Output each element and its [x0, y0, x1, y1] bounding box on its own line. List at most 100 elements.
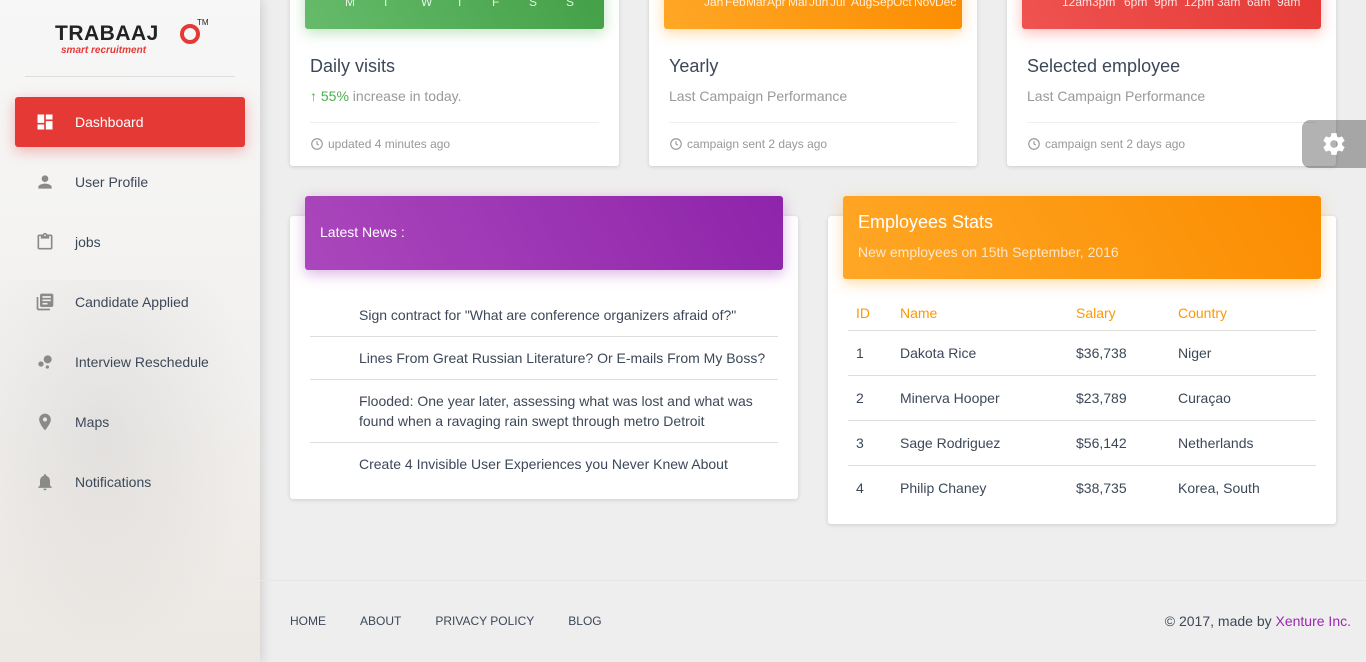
card-divider — [669, 122, 957, 123]
increase-value: 55% — [320, 88, 349, 104]
card-divider — [310, 122, 599, 123]
chart-tick-label: 3pm — [1092, 0, 1116, 9]
footer-link-home[interactable]: HOME — [290, 614, 326, 628]
table-header-row: ID Name Salary Country — [848, 296, 1316, 331]
cell-name: Minerva Hooper — [892, 375, 1068, 421]
sidebar-item-interview-reschedule[interactable]: Interview Reschedule — [15, 337, 245, 387]
card-category: Last Campaign Performance — [669, 88, 848, 104]
cell-salary: $23,789 — [1068, 375, 1170, 421]
card-title: Daily visits — [310, 56, 396, 76]
sidebar-divider — [25, 76, 235, 77]
card-category: Last Campaign Performance — [1027, 88, 1206, 104]
chart-tick-label: M — [345, 0, 355, 9]
employees-table: ID Name Salary Country 1 Dakota Rice $36… — [848, 296, 1316, 510]
sidebar-item-jobs[interactable]: jobs — [15, 217, 245, 267]
chart-x-labels: 12am 3pm 6pm 9pm 12pm 3am 6am 9am — [1022, 0, 1321, 9]
cell-id: 2 — [848, 375, 892, 421]
copyright-text: © 2017, made by — [1164, 613, 1276, 629]
chart-tick-label: Oct — [893, 0, 912, 9]
settings-toggle-button[interactable] — [1302, 120, 1366, 168]
cell-name: Philip Chaney — [900, 479, 987, 496]
column-header-name: Name — [892, 296, 1068, 331]
bell-icon — [35, 472, 55, 492]
table-row: 3 Sage Rodriguez $56,142 Netherlands — [848, 420, 1316, 466]
sidebar-item-notifications[interactable]: Notifications — [15, 457, 245, 507]
column-header-salary: Salary — [1068, 296, 1170, 331]
card-category: ↑ 55% increase in today. — [310, 88, 462, 104]
sidebar-item-maps[interactable]: Maps — [15, 397, 245, 447]
cell-salary: $36,738 — [1068, 330, 1170, 376]
chart-tick-label: S — [529, 0, 538, 9]
chart-tick-label: 9pm — [1154, 0, 1178, 9]
news-item[interactable]: Sign contract for "What are conference o… — [310, 294, 778, 337]
sidebar-item-label: jobs — [75, 234, 101, 250]
card-footer: campaign sent 2 days ago — [669, 137, 827, 151]
chart-tick-label: 3am — [1217, 0, 1241, 9]
latest-news-card: Latest News : Sign contract for "What ar… — [290, 196, 798, 499]
card-footer: campaign sent 2 days ago — [1027, 137, 1185, 151]
increase-text: increase in today. — [348, 88, 462, 104]
chart-tick-label: Nov — [914, 0, 936, 9]
cell-id: 1 — [848, 330, 892, 376]
card-title: Yearly — [669, 56, 719, 76]
daily-visits-card: M T W T F S S Daily visits ↑ 55% increas… — [290, 0, 619, 166]
selected-employee-card: 12am 3pm 6pm 9pm 12pm 3am 6am 9am Selected empl… — [1007, 0, 1336, 166]
news-header: Latest News : — [305, 196, 783, 270]
sidebar-item-user-profile[interactable]: User Profile — [15, 157, 245, 207]
selected-employee-chart: 12am 3pm 6pm 9pm 12pm 3am 6am 9am — [1022, 0, 1321, 29]
location-pin-icon — [35, 412, 55, 432]
chart-tick-label: Dec — [935, 0, 957, 9]
logo-tagline: smart recruitment — [61, 45, 147, 56]
card-divider — [1027, 122, 1316, 123]
sidebar-item-label: Candidate Applied — [75, 294, 189, 310]
yearly-chart: Jan Feb Mar Apr Mai Jun Jul Aug Sep Oct Nov Dec — [664, 0, 962, 29]
clock-icon — [1028, 138, 1040, 150]
sidebar: TRABAAJ TM smart recruitment Dashboard U… — [0, 0, 260, 662]
chart-tick-label: Jul — [830, 0, 846, 9]
footer-link-privacy-policy[interactable]: PRIVACY POLICY — [435, 614, 534, 628]
sidebar-item-label: Interview Reschedule — [75, 354, 209, 370]
sidebar-item-candidate-applied[interactable]: Candidate Applied — [15, 277, 245, 327]
person-icon — [35, 172, 55, 192]
news-item[interactable]: Lines From Great Russian Literature? Or … — [310, 337, 778, 380]
chart-tick-label: Feb — [725, 0, 746, 9]
cell-name: Sage Rodriguez — [892, 420, 1068, 466]
clock-icon — [670, 138, 682, 150]
news-title: Latest News : — [320, 224, 405, 240]
copyright: © 2017, made by Xenture Inc. — [1165, 613, 1351, 629]
chart-tick-label: W — [421, 0, 433, 9]
cell-id: 4 — [856, 479, 864, 496]
cell-country: Niger — [1170, 330, 1316, 376]
cell-salary: $38,735 — [1076, 479, 1127, 496]
dashboard-icon — [35, 112, 55, 132]
footer-link-about[interactable]: ABOUT — [360, 614, 401, 628]
card-footer: updated 4 minutes ago — [310, 137, 450, 151]
copyright-brand-link[interactable]: Xenture Inc. — [1276, 613, 1352, 629]
employees-subtitle: New employees on 15th September, 2016 — [858, 244, 1119, 260]
footer-link-blog[interactable]: BLOG — [568, 614, 601, 628]
column-header-country: Country — [1170, 296, 1316, 331]
chart-tick-label: T — [456, 0, 464, 9]
chart-tick-label: 6am — [1247, 0, 1271, 9]
cell-country: Netherlands — [1170, 420, 1316, 466]
card-footer-text: campaign sent 2 days ago — [1045, 137, 1186, 151]
news-item[interactable]: Create 4 Invisible User Experiences you … — [310, 443, 778, 485]
chart-tick-label: Aug — [851, 0, 873, 9]
chart-tick-label: F — [492, 0, 500, 9]
card-title: Selected employee — [1027, 56, 1181, 76]
sidebar-item-dashboard[interactable]: Dashboard — [15, 97, 245, 147]
chart-tick-label: Mai — [788, 0, 808, 9]
logo-trademark: TM — [197, 18, 209, 27]
brand-logo[interactable]: TRABAAJ TM smart recruitment — [55, 18, 210, 60]
clock-icon — [311, 138, 323, 150]
chart-x-labels: Jan Feb Mar Apr Mai Jun Jul Aug Sep Oct Nov Dec — [664, 0, 962, 9]
chart-tick-label: S — [566, 0, 575, 9]
chart-x-labels: M T W T F S S — [305, 0, 604, 9]
news-item[interactable]: Flooded: One year later, assessing what … — [310, 380, 778, 443]
chart-tick-label: 12pm — [1184, 0, 1215, 9]
column-header-id: ID — [848, 296, 892, 331]
bubble-chart-icon — [35, 352, 55, 372]
footer-nav: HOME ABOUT PRIVACY POLICY BLOG — [290, 614, 636, 628]
cell-country: Curaçao — [1170, 375, 1316, 421]
cell-salary: $56,142 — [1068, 420, 1170, 466]
